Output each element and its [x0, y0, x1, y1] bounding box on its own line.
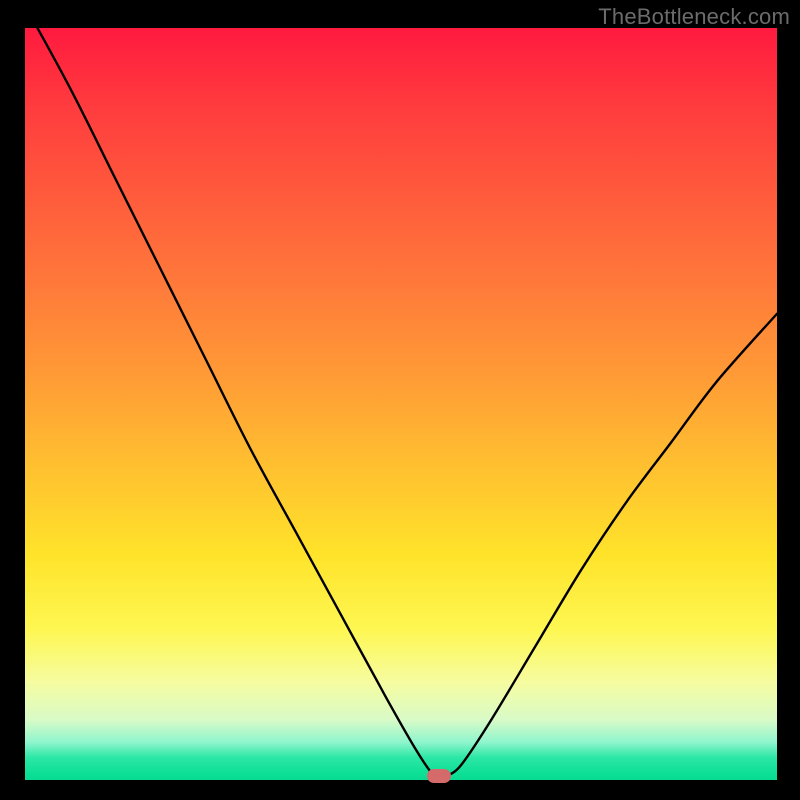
- curve-svg: [25, 28, 777, 780]
- optimal-marker: [427, 769, 451, 783]
- watermark-text: TheBottleneck.com: [598, 4, 790, 30]
- bottleneck-curve: [25, 5, 777, 780]
- plot-area: [25, 28, 777, 780]
- chart-container: TheBottleneck.com: [0, 0, 800, 800]
